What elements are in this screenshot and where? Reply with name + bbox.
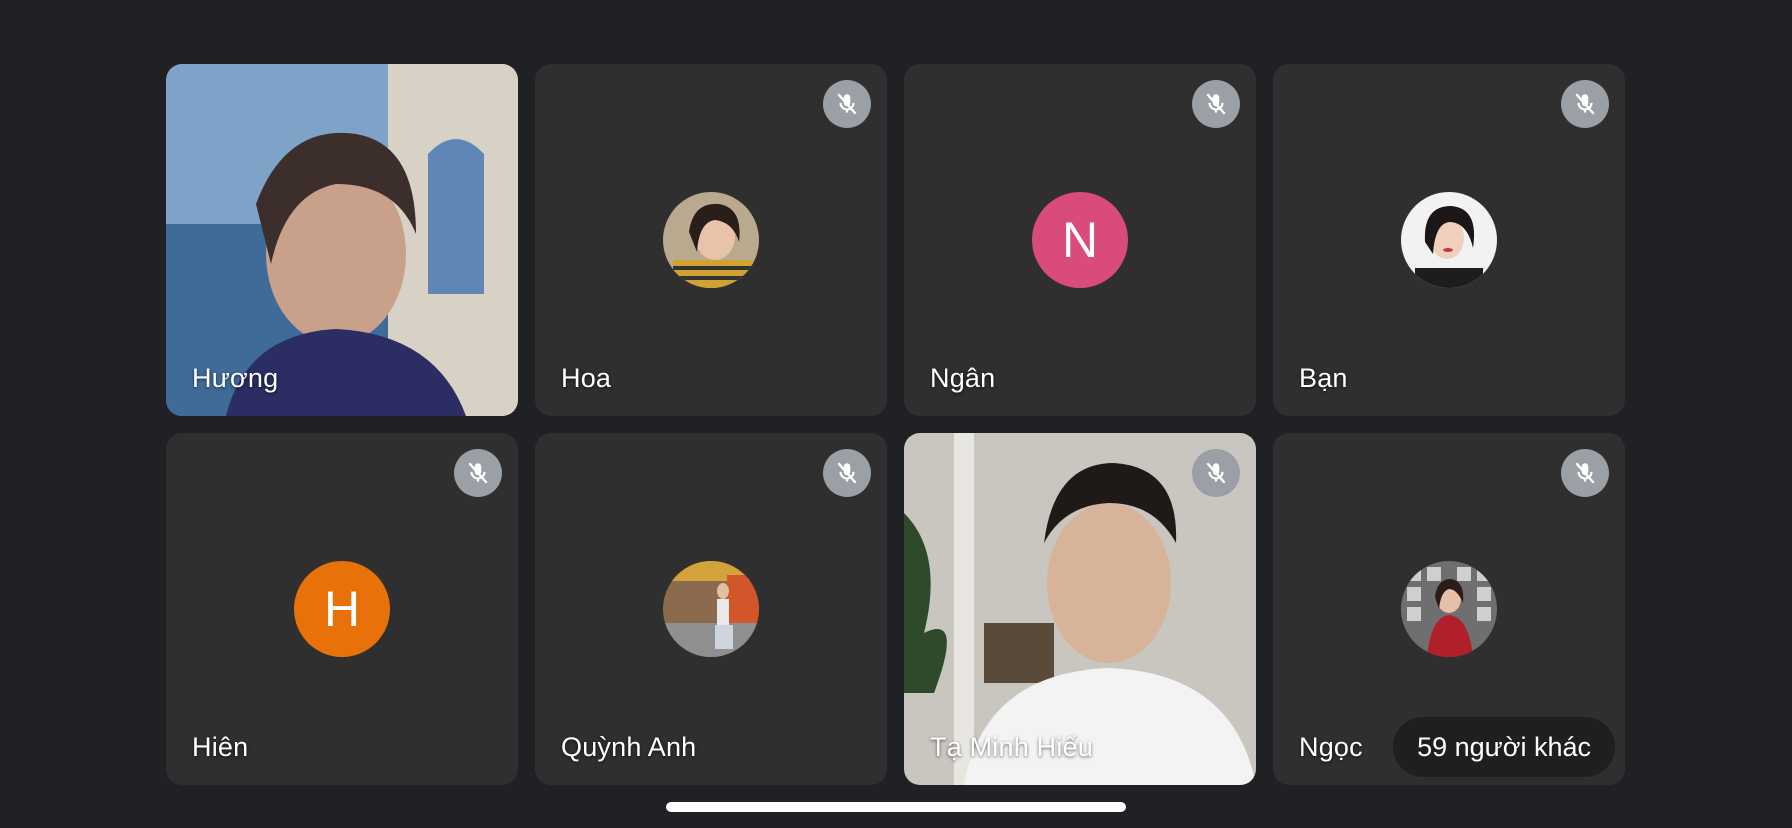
participant-initial-avatar: N: [1032, 192, 1128, 288]
participant-name: Hương: [192, 363, 279, 393]
participant-tile-ta-minh-hieu[interactable]: Tạ Minh Hiếu: [904, 433, 1256, 785]
mic-off-icon: [823, 449, 871, 497]
participant-name: Hoa: [561, 363, 612, 393]
mic-off-icon: [1192, 449, 1240, 497]
participant-tile-hien[interactable]: H Hiên: [166, 433, 518, 785]
mic-off-icon: [1561, 449, 1609, 497]
participant-name: Bạn: [1299, 363, 1348, 393]
participant-name: Quỳnh Anh: [561, 732, 697, 762]
mic-off-icon: [823, 80, 871, 128]
participant-name: Hiên: [192, 732, 249, 762]
participant-name: Ngân: [930, 363, 996, 393]
participant-avatar: [1401, 192, 1497, 288]
participant-tile-ngan[interactable]: N Ngân: [904, 64, 1256, 416]
participant-avatar: [663, 561, 759, 657]
participant-avatar: [1401, 561, 1497, 657]
participant-tile-ban[interactable]: Bạn: [1273, 64, 1625, 416]
participant-tile-hoa[interactable]: Hoa: [535, 64, 887, 416]
participant-grid: Hương Hoa N Ngân Bạn H Hiên Quỳnh Anh Tạ…: [166, 64, 1625, 785]
mic-off-icon: [1561, 80, 1609, 128]
home-indicator[interactable]: [666, 802, 1126, 812]
participant-name: Ngọc: [1299, 732, 1363, 762]
more-participants-button[interactable]: 59 người khác: [1393, 717, 1615, 777]
participant-tile-huong[interactable]: Hương: [166, 64, 518, 416]
participant-name: Tạ Minh Hiếu: [930, 732, 1093, 762]
participant-initial-avatar: H: [294, 561, 390, 657]
participant-tile-quynh-anh[interactable]: Quỳnh Anh: [535, 433, 887, 785]
mic-off-icon: [1192, 80, 1240, 128]
mic-off-icon: [454, 449, 502, 497]
participant-avatar: [663, 192, 759, 288]
participant-tile-ngoc[interactable]: Ngọc 59 người khác: [1273, 433, 1625, 785]
